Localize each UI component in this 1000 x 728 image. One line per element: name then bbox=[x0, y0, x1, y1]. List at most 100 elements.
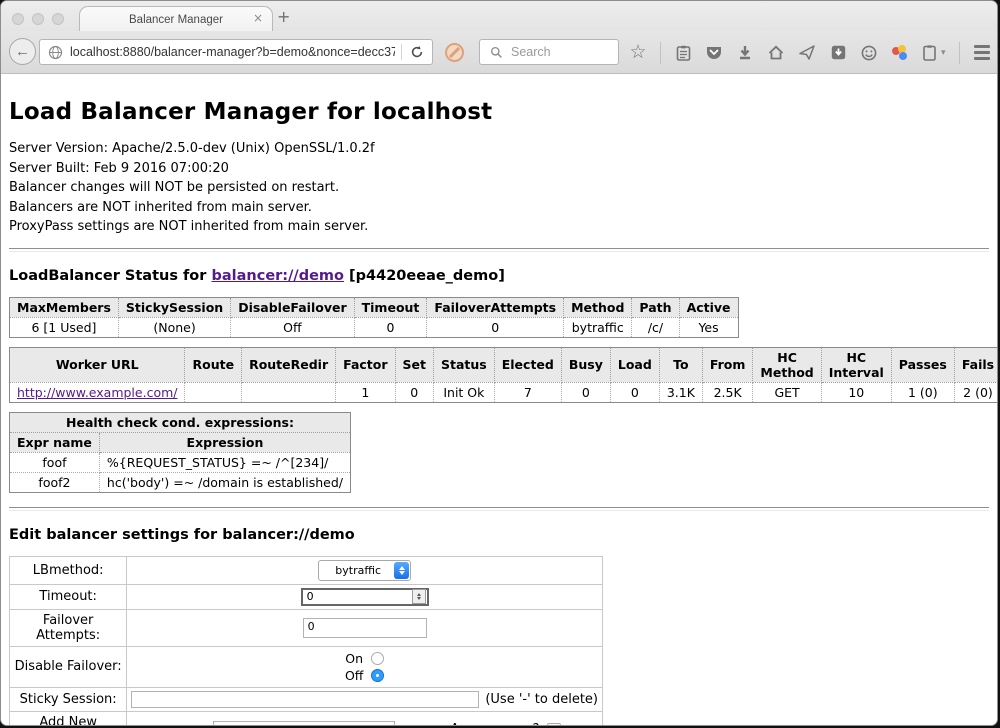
search-field[interactable]: Search bbox=[479, 39, 619, 65]
back-button[interactable]: ← bbox=[9, 38, 36, 65]
download-icon[interactable] bbox=[736, 44, 754, 62]
divider bbox=[9, 248, 989, 252]
form-row-timeout: Timeout: 0 bbox=[10, 584, 603, 609]
sticky-session-hint: (Use '-' to delete) bbox=[485, 692, 598, 707]
url-text[interactable]: localhost:8880/balancer-manager?b=demo&n… bbox=[70, 45, 395, 59]
server-version: Server Version: Apache/2.5.0-dev (Unix) … bbox=[9, 139, 989, 159]
notice-persist: Balancer changes will NOT be persisted o… bbox=[9, 178, 989, 198]
status-heading: LoadBalancer Status for balancer://demo … bbox=[9, 268, 989, 284]
number-spinner-icon[interactable] bbox=[412, 589, 426, 604]
sticky-session-input[interactable] bbox=[131, 691, 479, 708]
tab-title: Balancer Manager bbox=[129, 14, 223, 26]
form-row-failover: Failover Attempts: 0 bbox=[10, 609, 603, 646]
tab-bar: Balancer Manager × + bbox=[1, 1, 997, 31]
search-placeholder: Search bbox=[511, 45, 551, 59]
edit-balancer-form: LBmethod: bytraffic Timeout: 0 bbox=[9, 556, 603, 727]
col-expression: Expression bbox=[99, 432, 350, 452]
new-tab-button[interactable]: + bbox=[277, 9, 290, 25]
add-worker-label: Add New Worker: bbox=[10, 711, 127, 726]
navigation-toolbar: ← localhost:8880/balancer-manager?b=demo… bbox=[1, 31, 997, 74]
col-active: Active bbox=[679, 297, 738, 317]
panel-download-icon[interactable] bbox=[829, 44, 847, 62]
globe-icon bbox=[46, 43, 64, 61]
failover-attempts-input[interactable]: 0 bbox=[303, 618, 427, 638]
pocket-icon[interactable] bbox=[705, 44, 723, 62]
notice-proxypass: ProxyPass settings are NOT inherited fro… bbox=[9, 217, 989, 237]
table-header-row: Worker URL Route RouteRedir Factor Set S… bbox=[10, 347, 998, 382]
form-row-lbmethod: LBmethod: bytraffic bbox=[10, 556, 603, 584]
col-stickysession: StickySession bbox=[118, 297, 230, 317]
page-content: Load Balancer Manager for localhost Serv… bbox=[1, 74, 997, 726]
back-icon: ← bbox=[15, 43, 30, 60]
col-path: Path bbox=[632, 297, 679, 317]
tab-balancer-manager[interactable]: Balancer Manager × bbox=[79, 6, 273, 32]
menu-icon[interactable] bbox=[973, 44, 991, 62]
chevron-down-icon: ▾ bbox=[941, 47, 946, 58]
toolbar-divider bbox=[660, 42, 661, 64]
health-check-table: Health check cond. expressions: Expr nam… bbox=[9, 412, 351, 493]
form-row-disable-failover: Disable Failover: On Off bbox=[10, 646, 603, 687]
url-bar[interactable]: localhost:8880/balancer-manager?b=demo&n… bbox=[39, 39, 433, 65]
smiley-icon[interactable] bbox=[860, 44, 878, 62]
multicolor-dots-icon[interactable] bbox=[891, 45, 907, 61]
table-header-row: MaxMembers StickySession DisableFailover… bbox=[10, 297, 739, 317]
table-title-row: Health check cond. expressions: bbox=[10, 412, 351, 432]
minimize-window-button[interactable] bbox=[32, 13, 44, 25]
toolbar-icons: ☆ bbox=[629, 31, 998, 74]
expr-row: foof2 hc('body') =~ /domain is establish… bbox=[10, 472, 351, 492]
table-row: 6 [1 Used] (None) Off 0 0 bytraffic /c/ … bbox=[10, 317, 739, 337]
bookmark-star-icon[interactable]: ☆ bbox=[629, 44, 647, 62]
clipboard-menu-button[interactable]: ▾ bbox=[920, 44, 946, 62]
home-icon[interactable] bbox=[767, 44, 785, 62]
expr-row: foof %{REQUEST_STATUS} =~ /^[234]/ bbox=[10, 452, 351, 472]
table-header-row: Expr name Expression bbox=[10, 432, 351, 452]
balancer-link[interactable]: balancer://demo bbox=[211, 268, 344, 284]
radio-off[interactable] bbox=[371, 669, 384, 682]
status-heading-suffix: [p4420eeae_demo] bbox=[344, 268, 505, 284]
urlbar-divider bbox=[401, 44, 402, 60]
page-title: Load Balancer Manager for localhost bbox=[9, 99, 989, 125]
radio-on-label: On bbox=[345, 650, 363, 667]
lbmethod-selected-value: bytraffic bbox=[319, 564, 393, 577]
clipboard-menu-icon bbox=[920, 44, 938, 62]
send-icon[interactable] bbox=[798, 44, 816, 62]
reload-icon[interactable] bbox=[408, 43, 426, 61]
adblock-icon[interactable] bbox=[445, 43, 464, 62]
zoom-window-button[interactable] bbox=[52, 13, 64, 25]
failover-attempts-label: Failover Attempts: bbox=[10, 609, 127, 646]
form-row-sticky: Sticky Session: (Use '-' to delete) bbox=[10, 687, 603, 711]
clipboard-icon[interactable] bbox=[674, 44, 692, 62]
col-worker-url: Worker URL bbox=[10, 347, 185, 382]
col-disablefailover: DisableFailover bbox=[231, 297, 354, 317]
confirm-label: Are you sure? bbox=[450, 722, 539, 726]
lbmethod-label: LBmethod: bbox=[10, 556, 127, 584]
sticky-session-label: Sticky Session: bbox=[10, 687, 127, 711]
add-worker-input[interactable] bbox=[213, 721, 395, 726]
close-tab-icon[interactable]: × bbox=[253, 11, 263, 25]
browser-window: Balancer Manager × + ← localhost:8880/ba… bbox=[0, 0, 998, 726]
divider bbox=[9, 507, 989, 511]
notice-inherit: Balancers are NOT inherited from main se… bbox=[9, 198, 989, 218]
col-maxmembers: MaxMembers bbox=[10, 297, 119, 317]
worker-table: Worker URL Route RouteRedir Factor Set S… bbox=[9, 347, 997, 403]
radio-on[interactable] bbox=[371, 652, 384, 665]
balancer-status-table: MaxMembers StickySession DisableFailover… bbox=[9, 297, 739, 338]
worker-row: http://www.example.com/ 1 0 Init Ok 7 0 … bbox=[10, 382, 998, 402]
col-failoverattempts: FailoverAttempts bbox=[427, 297, 564, 317]
timeout-value: 0 bbox=[307, 590, 314, 603]
lbmethod-select[interactable]: bytraffic bbox=[318, 560, 411, 581]
window-controls bbox=[12, 13, 64, 25]
col-method: Method bbox=[564, 297, 632, 317]
timeout-input[interactable]: 0 bbox=[301, 588, 429, 606]
toolbar-divider bbox=[959, 42, 960, 64]
worker-url-link[interactable]: http://www.example.com/ bbox=[17, 385, 177, 400]
col-expr-name: Expr name bbox=[10, 432, 100, 452]
edit-settings-heading: Edit balancer settings for balancer://de… bbox=[9, 527, 989, 543]
col-timeout: Timeout bbox=[354, 297, 427, 317]
server-info: Server Version: Apache/2.5.0-dev (Unix) … bbox=[9, 139, 989, 237]
close-window-button[interactable] bbox=[12, 13, 24, 25]
disable-failover-label: Disable Failover: bbox=[10, 646, 127, 687]
confirm-checkbox[interactable] bbox=[547, 723, 561, 727]
select-stepper-icon bbox=[394, 562, 409, 579]
radio-off-label: Off bbox=[345, 667, 363, 684]
